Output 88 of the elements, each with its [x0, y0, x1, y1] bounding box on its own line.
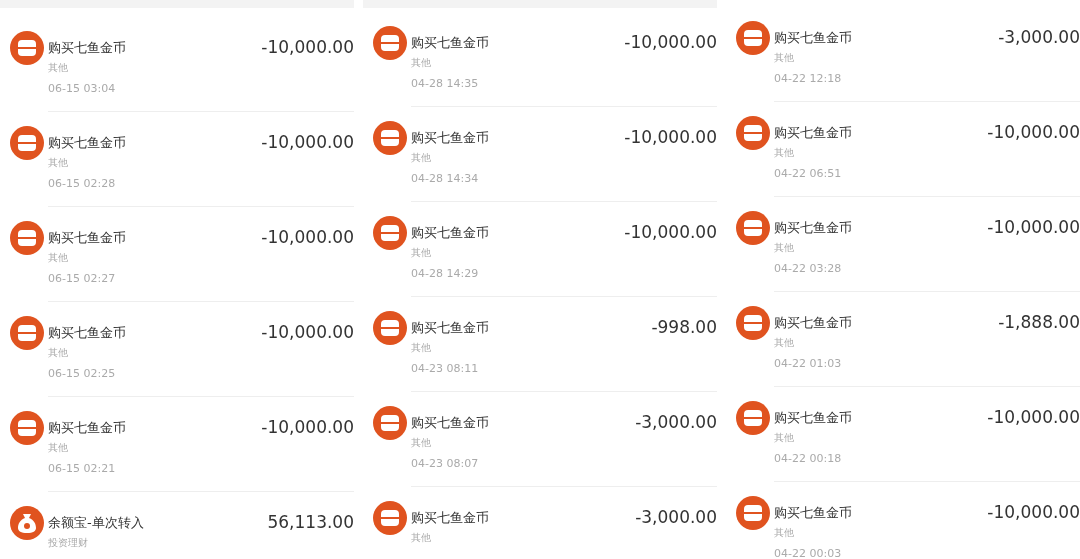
transaction-title: 购买七鱼金币	[774, 504, 852, 522]
time-text: 06-15 02:27	[48, 271, 117, 287]
amount-text: -10,000.00	[261, 227, 354, 249]
transaction-title: 购买七鱼金币	[48, 39, 126, 57]
shop-icon	[10, 316, 44, 350]
shop-icon	[736, 21, 770, 55]
money-bag-icon	[10, 506, 44, 540]
amount-text: 56,113.00	[267, 512, 354, 534]
amount-text: -10,000.00	[987, 407, 1080, 429]
category-text: 其他	[774, 241, 795, 255]
category-text: 其他	[411, 436, 432, 450]
shop-icon	[736, 211, 770, 245]
category-text: 投资理财	[48, 536, 89, 550]
shop-icon	[373, 406, 407, 440]
shop-icon	[736, 116, 770, 150]
category-text: 其他	[411, 246, 432, 260]
transaction-title: 余额宝-单次转入	[48, 514, 144, 532]
shop-icon	[373, 311, 407, 345]
transaction-title: 购买七鱼金币	[48, 419, 126, 437]
amount-text: -1,888.00	[998, 312, 1080, 334]
category-text: 其他	[411, 341, 432, 355]
amount-text: -10,000.00	[987, 502, 1080, 524]
amount-text: -10,000.00	[261, 417, 354, 439]
category-text: 其他	[48, 251, 69, 265]
transaction-title: 购买七鱼金币	[774, 124, 852, 142]
category-text: 其他	[411, 531, 432, 545]
time-text: 06-15 02:28	[48, 176, 117, 192]
time-text: 04-22 03:28	[774, 261, 843, 277]
shop-icon	[10, 31, 44, 65]
category-text: 其他	[411, 151, 432, 165]
amount-text: -3,000.00	[635, 507, 717, 529]
transaction-title: 购买七鱼金币	[411, 34, 489, 52]
shop-icon	[373, 26, 407, 60]
amount-text: -10,000.00	[624, 127, 717, 149]
shop-icon	[373, 501, 407, 535]
amount-text: -10,000.00	[624, 222, 717, 244]
time-text: 04-22 12:18	[774, 71, 843, 87]
time-text: 04-28 14:29	[411, 266, 480, 282]
transaction-title: 购买七鱼金币	[48, 134, 126, 152]
time-text: 04-22 01:03	[774, 356, 843, 372]
time-text: 04-23 08:11	[411, 361, 480, 377]
time-text: 04-28 14:34	[411, 171, 480, 187]
time-text: 04-23 08:07	[411, 456, 480, 472]
shop-icon	[736, 306, 770, 340]
time-text: 04-22 00:18	[774, 451, 843, 467]
shop-icon	[10, 411, 44, 445]
transaction-title: 购买七鱼金币	[411, 319, 489, 337]
transaction-title: 购买七鱼金币	[411, 414, 489, 432]
shop-icon	[10, 126, 44, 160]
time-text: 06-15 02:21	[48, 461, 117, 477]
amount-text: -10,000.00	[987, 217, 1080, 239]
category-text: 其他	[48, 156, 69, 170]
category-text: 其他	[774, 336, 795, 350]
transaction-title: 购买七鱼金币	[411, 129, 489, 147]
category-text: 其他	[774, 526, 795, 540]
category-text: 其他	[774, 51, 795, 65]
transaction-title: 购买七鱼金币	[774, 314, 852, 332]
shop-icon	[736, 401, 770, 435]
shop-icon	[736, 496, 770, 530]
amount-text: -3,000.00	[998, 27, 1080, 49]
category-text: 其他	[411, 56, 432, 70]
category-text: 其他	[774, 146, 795, 160]
transaction-title: 购买七鱼金币	[411, 224, 489, 242]
category-text: 其他	[774, 431, 795, 445]
category-text: 其他	[48, 346, 69, 360]
time-text: 06-15 03:04	[48, 81, 117, 97]
amount-text: -3,000.00	[635, 412, 717, 434]
amount-text: -10,000.00	[261, 322, 354, 344]
transaction-title: 购买七鱼金币	[774, 409, 852, 427]
transaction-title: 购买七鱼金币	[48, 324, 126, 342]
amount-text: -10,000.00	[624, 32, 717, 54]
shop-icon	[373, 121, 407, 155]
shop-icon	[373, 216, 407, 250]
transaction-title: 购买七鱼金币	[48, 229, 126, 247]
amount-text: -10,000.00	[987, 122, 1080, 144]
shop-icon	[10, 221, 44, 255]
amount-text: -998.00	[651, 317, 717, 339]
category-text: 其他	[48, 61, 69, 75]
transaction-title: 购买七鱼金币	[774, 219, 852, 237]
transaction-title: 购买七鱼金币	[774, 29, 852, 47]
time-text: 04-22 00:03	[774, 546, 843, 559]
category-text: 其他	[48, 441, 69, 455]
transaction-title: 购买七鱼金币	[411, 509, 489, 527]
time-text: 04-28 14:35	[411, 76, 480, 92]
amount-text: -10,000.00	[261, 132, 354, 154]
amount-text: -10,000.00	[261, 37, 354, 59]
time-text: 06-15 02:25	[48, 366, 117, 382]
time-text: 04-22 06:51	[774, 166, 843, 182]
